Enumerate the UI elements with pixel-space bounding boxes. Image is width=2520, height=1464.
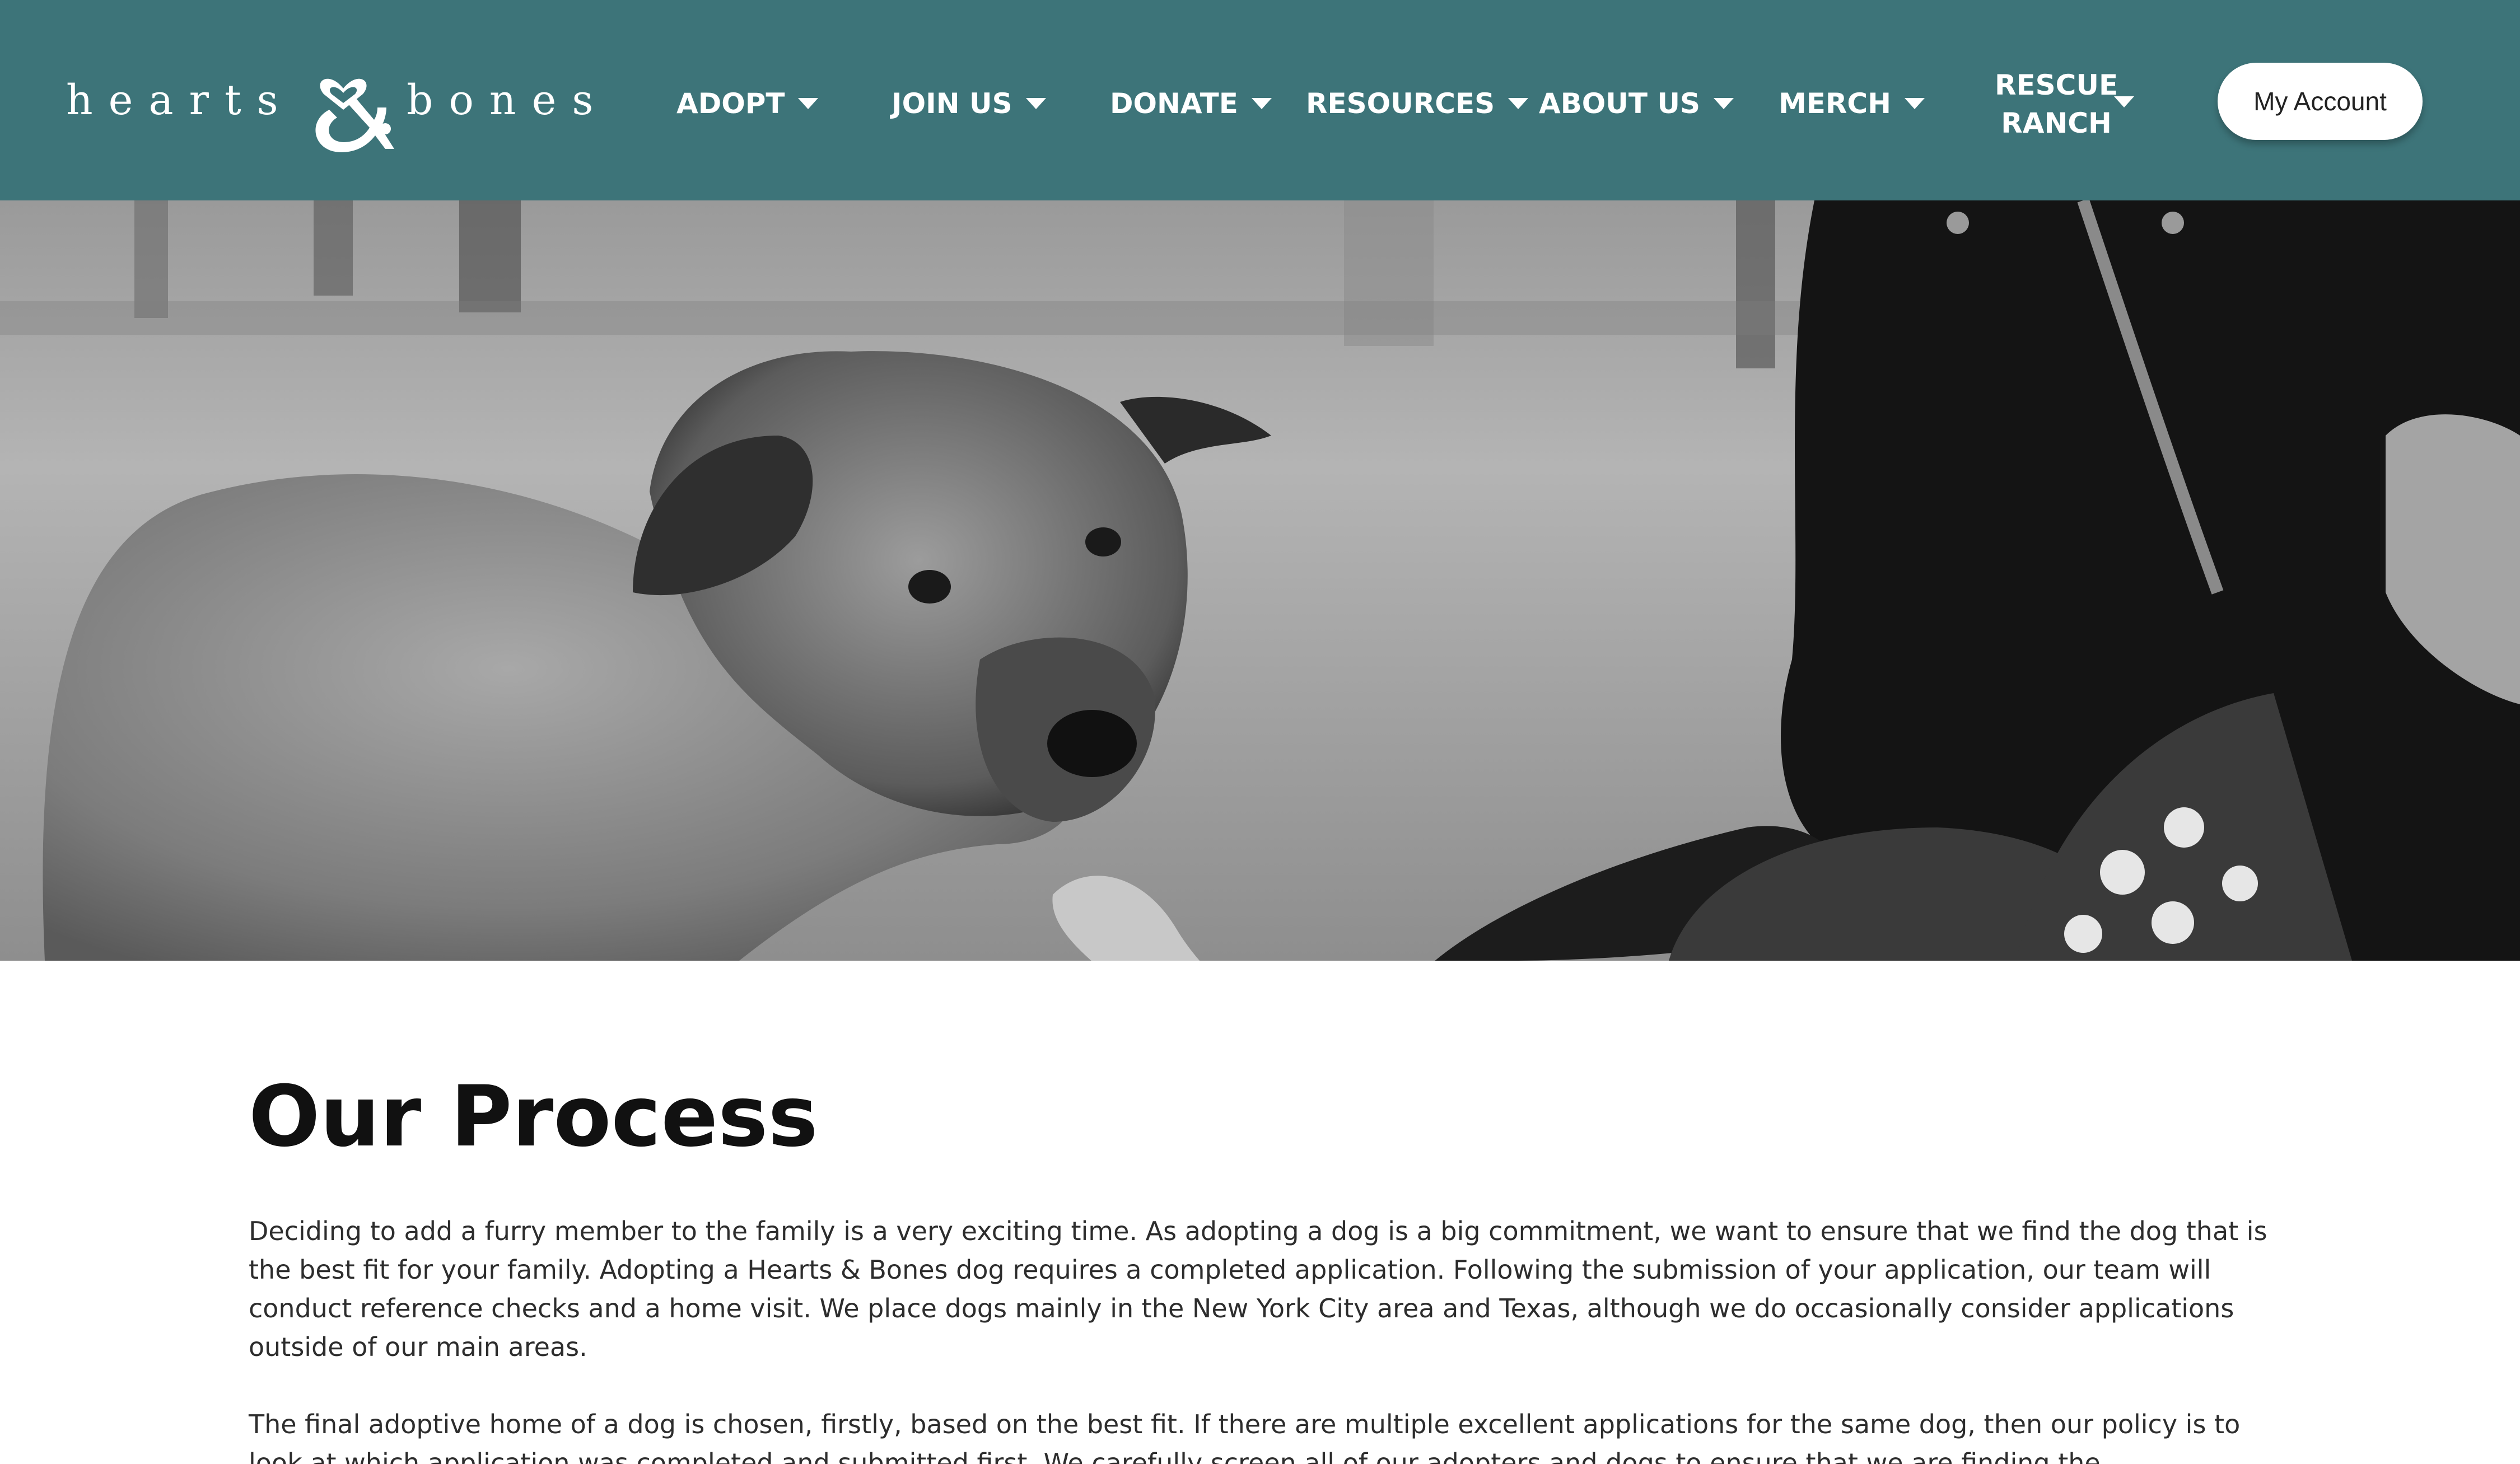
nav-item-rescue-ranch[interactable]: RESCUE RANCH <box>1995 66 2118 142</box>
nav-label: JOIN US <box>892 87 1012 120</box>
chevron-down-icon <box>798 98 819 109</box>
nav-item-merch[interactable]: MERCH <box>1779 84 1925 123</box>
page-title: Our Process <box>249 1068 818 1166</box>
nav-label: ADOPT <box>676 87 785 120</box>
chevron-down-icon <box>1714 98 1734 109</box>
dog-paw-photo <box>0 200 2520 961</box>
paragraph-final-home: The final adoptive home of a dog is chos… <box>249 1409 2241 1464</box>
ampersand-heart-logo-icon <box>315 78 394 152</box>
main-content: Our Process Deciding to add a furry memb… <box>249 1064 2276 1464</box>
chevron-down-icon <box>1251 98 1272 109</box>
nav-item-donate[interactable]: DONATE <box>1110 84 1272 123</box>
nav-label: RESOURCES <box>1306 87 1495 120</box>
my-account-button[interactable]: My Account <box>2218 63 2423 140</box>
site-header: hearts bones ADOPT JOIN US DONATE RESOUR… <box>0 0 2520 200</box>
logo-word-hearts: hearts <box>66 76 294 124</box>
chevron-down-icon[interactable] <box>2114 96 2134 107</box>
chevron-down-icon <box>1904 98 1925 109</box>
nav-label-line2: RANCH <box>2001 107 2112 139</box>
nav-item-about-us[interactable]: ABOUT US <box>1539 84 1734 123</box>
hero-image <box>0 200 2520 961</box>
nav-item-join-us[interactable]: JOIN US <box>892 84 1046 123</box>
nav-label: DONATE <box>1110 87 1238 120</box>
nav-item-resources[interactable]: RESOURCES <box>1306 84 1529 123</box>
logo[interactable]: hearts bones <box>66 54 593 155</box>
chevron-down-icon <box>1508 98 1529 109</box>
paragraph-intro: Deciding to add a furry member to the fa… <box>249 1216 2267 1362</box>
nav-label: MERCH <box>1779 87 1891 120</box>
nav-label-line1: RESCUE <box>1995 69 2118 101</box>
nav-item-adopt[interactable]: ADOPT <box>676 84 819 123</box>
page: hearts bones ADOPT JOIN US DONATE RESOUR… <box>0 0 2520 1464</box>
nav-label: ABOUT US <box>1539 87 1701 120</box>
chevron-down-icon <box>1025 98 1046 109</box>
logo-word-bones: bones <box>407 76 609 124</box>
